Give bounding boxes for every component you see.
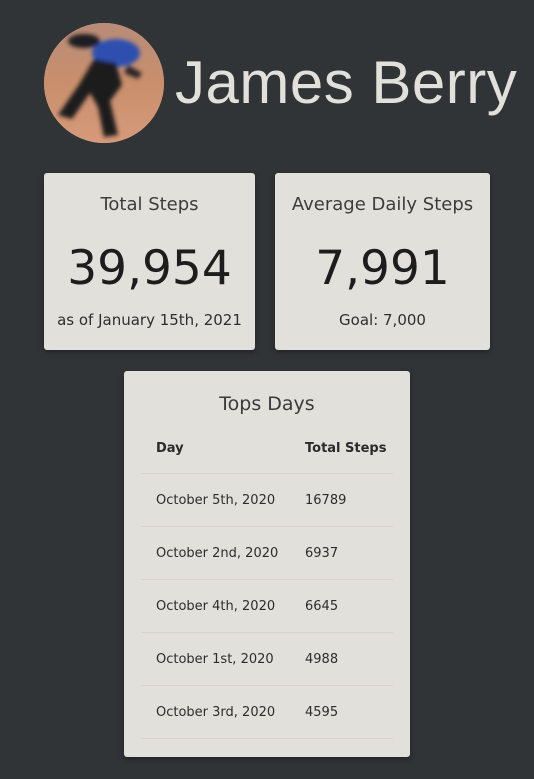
day-cell: October 5th, 2020 (141, 473, 290, 527)
average-steps-goal: Goal: 7,000 (339, 311, 426, 329)
day-cell: October 3rd, 2020 (141, 685, 290, 739)
steps-cell: 16789 (290, 473, 393, 527)
steps-cell: 6645 (290, 579, 393, 633)
total-steps-date: as of January 15th, 2021 (57, 311, 242, 329)
table-header-row: Day Total Steps (141, 423, 393, 474)
day-cell: October 1st, 2020 (141, 632, 290, 686)
avatar (44, 23, 164, 143)
day-cell: October 4th, 2020 (141, 579, 290, 633)
top-days-title: Tops Days (219, 393, 315, 415)
average-steps-value: 7,991 (315, 241, 450, 296)
table-row: October 3rd, 2020 4595 (141, 685, 393, 739)
user-name: James Berry (175, 49, 518, 116)
table-row: October 2nd, 2020 6937 (141, 526, 393, 580)
steps-cell: 4595 (290, 685, 393, 739)
steps-cell: 4988 (290, 632, 393, 686)
steps-cell: 6937 (290, 526, 393, 580)
column-header-day: Day (141, 423, 290, 474)
table-row: October 4th, 2020 6645 (141, 579, 393, 633)
top-days-card: Tops Days Day Total Steps October 5th, 2… (124, 371, 410, 757)
total-steps-card: Total Steps 39,954 as of January 15th, 2… (44, 173, 255, 350)
profile-photo (44, 23, 164, 143)
column-header-total-steps: Total Steps (290, 423, 393, 474)
average-steps-title: Average Daily Steps (291, 194, 474, 215)
table-row: October 1st, 2020 4988 (141, 632, 393, 686)
day-cell: October 2nd, 2020 (141, 526, 290, 580)
table-row: October 5th, 2020 16789 (141, 473, 393, 527)
total-steps-value: 39,954 (67, 241, 232, 296)
average-steps-card: Average Daily Steps 7,991 Goal: 7,000 (275, 173, 490, 350)
top-days-table: Day Total Steps October 5th, 2020 16789 … (141, 423, 393, 739)
total-steps-title: Total Steps (100, 194, 199, 215)
